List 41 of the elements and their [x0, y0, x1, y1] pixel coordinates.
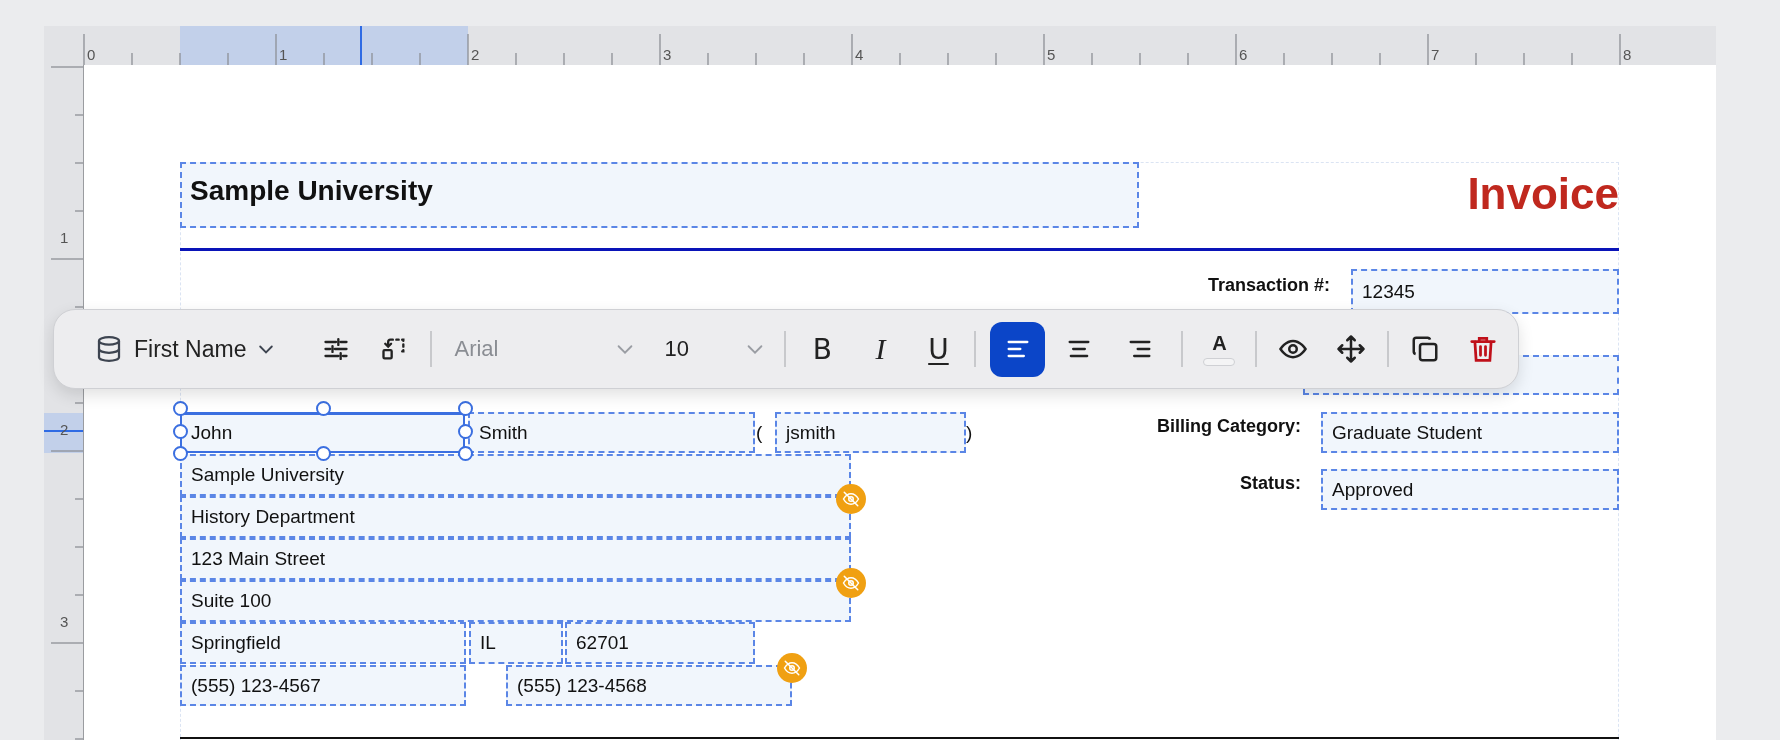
field-label: Transaction #:	[1207, 274, 1330, 297]
ruler-label: 5	[1047, 46, 1056, 63]
italic-button[interactable]: I	[858, 324, 903, 374]
form-field[interactable]: jsmith	[775, 412, 966, 453]
ruler-label: 7	[1431, 46, 1440, 63]
punctuation-text: )	[966, 420, 973, 445]
form-field[interactable]: Suite 100	[180, 580, 851, 622]
form-field[interactable]: Graduate Student	[1321, 412, 1619, 453]
field-label: Billing Category:	[1157, 415, 1301, 438]
form-field[interactable]: (555) 123-4568	[506, 665, 792, 706]
form-field[interactable]: Sample University	[180, 162, 1139, 228]
ruler-label: 3	[663, 46, 672, 63]
form-field[interactable]: Approved	[1321, 469, 1619, 510]
bold-button[interactable]: B	[800, 324, 845, 374]
ruler-label: 4	[855, 46, 864, 63]
form-field[interactable]: Smith	[468, 412, 755, 453]
form-field[interactable]: 123 Main Street	[180, 538, 851, 580]
form-field[interactable]: John	[180, 412, 465, 453]
form-field[interactable]: Springfield	[180, 622, 466, 664]
form-field[interactable]: Sample University	[180, 454, 851, 496]
ruler-label: 1	[60, 229, 69, 246]
text-color-button[interactable]: A	[1197, 324, 1242, 374]
ruler-label: 2	[471, 46, 480, 63]
form-field[interactable]: 62701	[565, 622, 755, 664]
ruler-label: 3	[60, 613, 69, 630]
form-field[interactable]: History Department	[180, 496, 851, 538]
ruler-label: 6	[1239, 46, 1248, 63]
ruler-label: 1	[279, 46, 288, 63]
form-field[interactable]: 12345	[1351, 269, 1619, 314]
form-field[interactable]: (555) 123-4567	[180, 665, 466, 706]
ruler-label: 8	[1623, 46, 1632, 63]
form-field[interactable]: IL	[469, 622, 563, 664]
punctuation-text: (	[756, 420, 763, 445]
ruler-label: 0	[87, 46, 96, 63]
align-left-button[interactable]	[990, 321, 1046, 377]
invoice-heading: Invoice	[1467, 169, 1619, 219]
field-label: Status:	[1240, 472, 1301, 495]
font-size-select[interactable]: 10	[660, 336, 771, 362]
data-field-select[interactable]: First Name	[94, 334, 301, 364]
underline-button[interactable]: U	[916, 324, 961, 374]
resize-handle[interactable]	[173, 401, 188, 416]
